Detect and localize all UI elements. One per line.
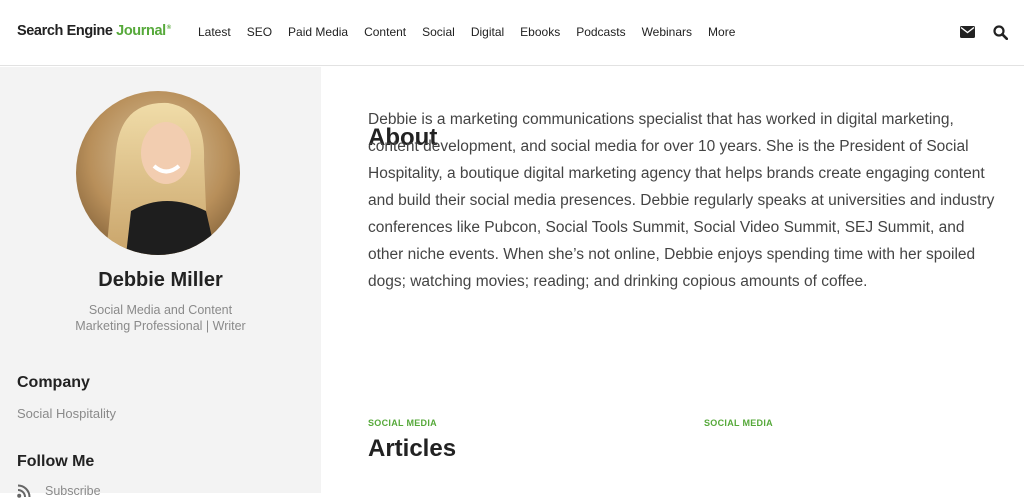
company-heading: Company bbox=[17, 374, 90, 391]
site-logo[interactable]: Search Engine Journal® bbox=[17, 23, 171, 39]
envelope-icon[interactable] bbox=[958, 23, 976, 41]
rss-icon[interactable] bbox=[17, 484, 31, 498]
nav-webinars[interactable]: Webinars bbox=[642, 25, 692, 39]
article-category-1[interactable]: SOCIAL MEDIA bbox=[368, 418, 437, 428]
nav-ebooks[interactable]: Ebooks bbox=[520, 25, 560, 39]
main-nav: Latest SEO Paid Media Content Social Dig… bbox=[190, 25, 743, 39]
search-icon[interactable] bbox=[991, 23, 1009, 41]
nav-paid-media[interactable]: Paid Media bbox=[288, 25, 348, 39]
site-header: Search Engine Journal® Latest SEO Paid M… bbox=[0, 0, 1024, 66]
nav-more[interactable]: More bbox=[708, 25, 735, 39]
subscribe-link[interactable]: Subscribe bbox=[45, 484, 101, 498]
author-sidebar: Debbie Miller Social Media and Content M… bbox=[0, 67, 321, 498]
articles-heading: Articles bbox=[368, 435, 457, 462]
author-avatar bbox=[76, 91, 240, 255]
nav-content[interactable]: Content bbox=[364, 25, 406, 39]
nav-seo[interactable]: SEO bbox=[247, 25, 272, 39]
nav-digital[interactable]: Digital bbox=[471, 25, 504, 39]
follow-heading: Follow Me bbox=[17, 453, 95, 470]
logo-main-text: Search Engine bbox=[17, 23, 117, 39]
logo-trademark: ® bbox=[166, 25, 171, 32]
article-category-2[interactable]: SOCIAL MEDIA bbox=[704, 418, 773, 428]
about-text: Debbie is a marketing communications spe… bbox=[368, 111, 995, 290]
author-name: Debbie Miller bbox=[98, 269, 223, 291]
author-title: Social Media and Content Marketing Profe… bbox=[75, 303, 246, 333]
logo-accent-text: Journal bbox=[116, 23, 166, 39]
nav-latest[interactable]: Latest bbox=[198, 25, 231, 39]
nav-podcasts[interactable]: Podcasts bbox=[576, 25, 625, 39]
nav-social[interactable]: Social bbox=[422, 25, 455, 39]
company-name: Social Hospitality bbox=[17, 406, 116, 421]
